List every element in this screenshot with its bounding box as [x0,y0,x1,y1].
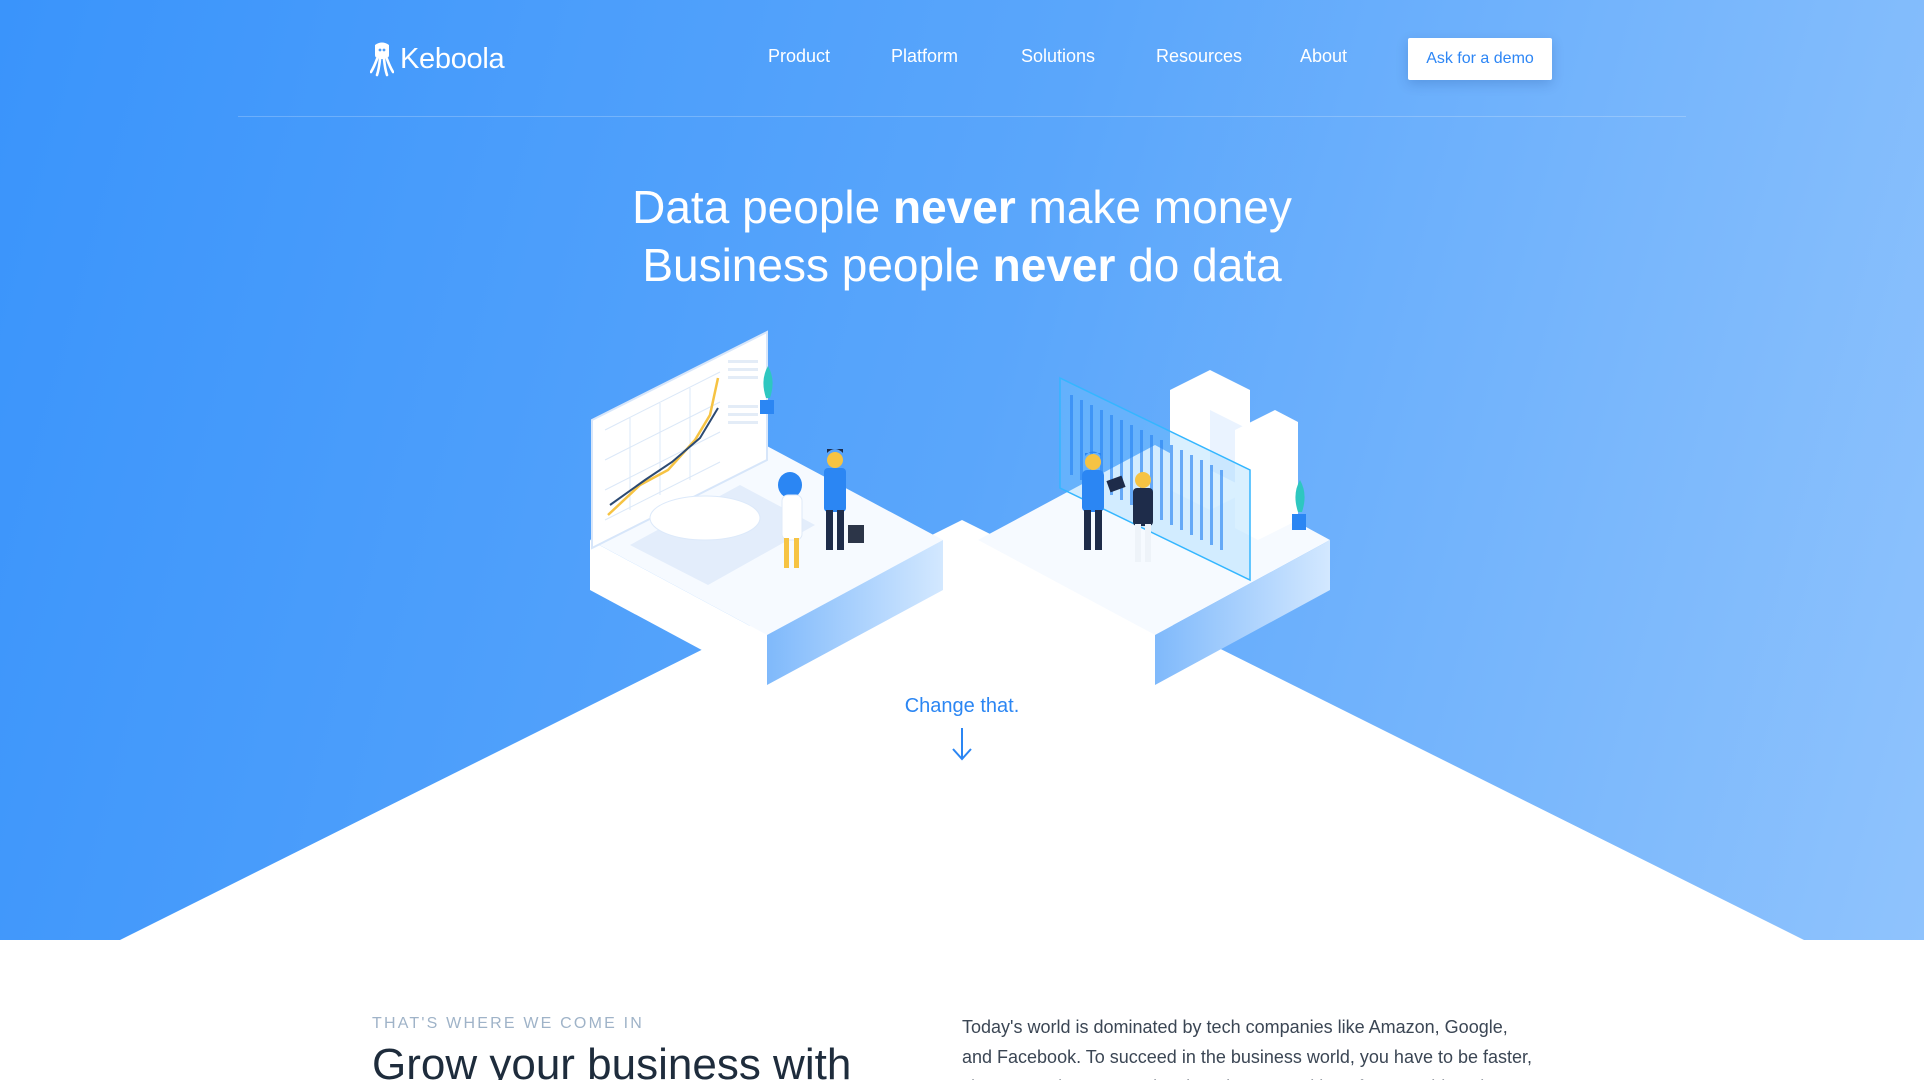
headline-line1-end: make money [1015,181,1292,233]
section-intro-text: Today's world is dominated by tech compa… [962,1017,1533,1080]
headline-line2-start: Business people [642,239,993,291]
nav-item-product[interactable]: Product [768,46,830,67]
hero-section: Keboola Product Platform Solutions Resou… [0,0,1924,940]
hero-headline: Data people never make money Business pe… [0,178,1924,294]
change-that-link[interactable]: Change that. [0,695,1924,718]
headline-line2-emphasis: never [992,239,1116,291]
nav-item-about[interactable]: About [1300,46,1347,67]
arrow-down-icon[interactable] [950,726,974,762]
nav-item-solutions[interactable]: Solutions [1021,46,1095,67]
headline-line2-end: do data [1115,239,1282,291]
data-platform [978,370,1330,685]
keboola-logo-icon [370,42,394,77]
meeting-platform [590,330,943,685]
section-eyebrow: THAT'S WHERE WE COME IN [372,1015,645,1032]
ask-for-demo-button[interactable]: Ask for a demo [1408,38,1552,80]
section-title: Grow your business with [372,1040,852,1080]
brand-name: Keboola [400,42,505,75]
hero-illustration [590,330,1330,685]
headline-line1-emphasis: never [893,181,1016,233]
top-navigation: Keboola Product Platform Solutions Resou… [0,0,1924,118]
nav-item-resources[interactable]: Resources [1156,46,1242,67]
nav-divider [238,116,1686,117]
brand-logo[interactable]: Keboola [370,40,505,78]
nav-item-platform[interactable]: Platform [891,46,958,67]
headline-line1-start: Data people [632,181,893,233]
